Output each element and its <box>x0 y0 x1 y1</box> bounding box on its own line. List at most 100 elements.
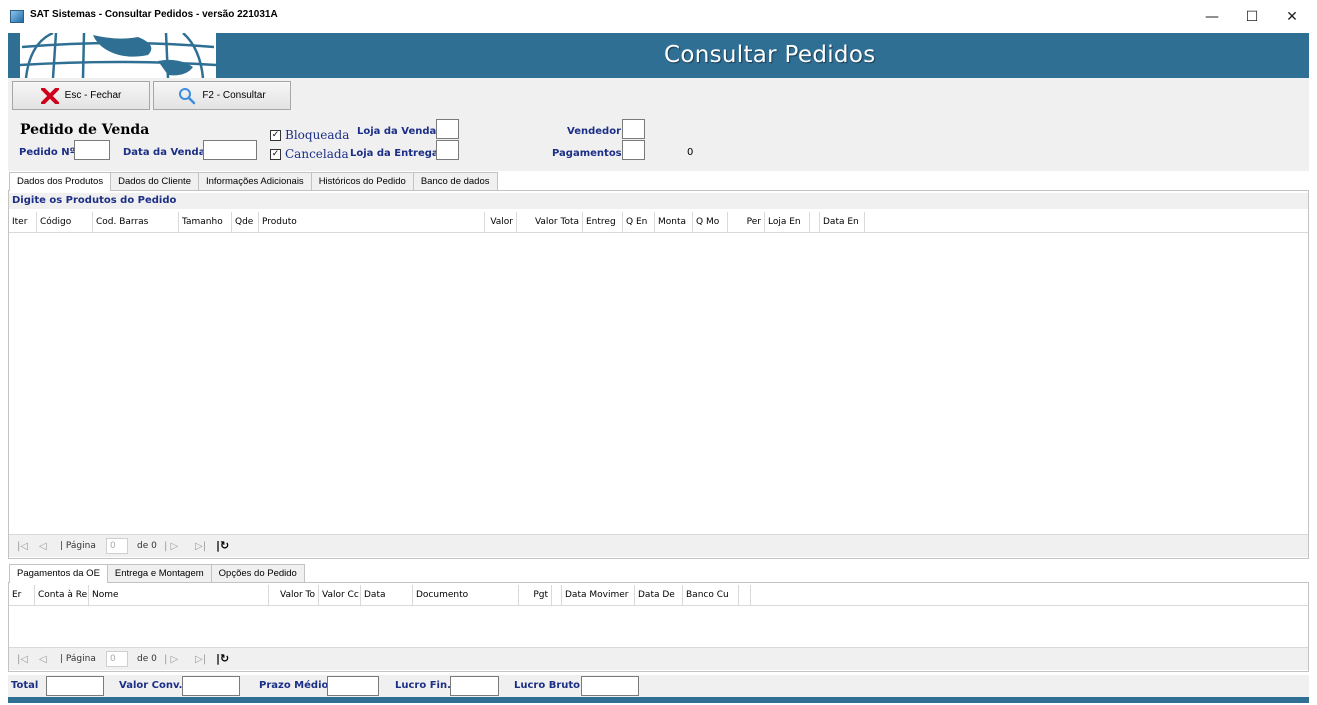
blocked-label: Bloqueada <box>285 128 350 142</box>
conv-value-field[interactable] <box>182 676 240 696</box>
order-number-field[interactable] <box>74 140 110 160</box>
first-page-icon[interactable]: |◁ <box>17 654 28 665</box>
column-header[interactable]: Er <box>9 585 35 606</box>
globe-logo <box>8 33 228 78</box>
column-header[interactable]: Valor Tota <box>517 212 583 233</box>
column-header[interactable]: Entreg <box>583 212 623 233</box>
store-delivery-label: Loja da Entrega <box>350 148 439 159</box>
column-header[interactable]: Qde <box>232 212 259 233</box>
payments-pager: |◁ ◁ | Página 0 de 0 | ▷ ▷| |↻ <box>9 647 1308 670</box>
column-header[interactable]: Cod. Barras <box>93 212 179 233</box>
column-header[interactable]: Data <box>361 585 413 606</box>
column-header[interactable]: Nome <box>89 585 269 606</box>
close-button-label: Esc - Fechar <box>64 90 122 101</box>
column-header[interactable]: Loja En <box>765 212 810 233</box>
prev-page-icon[interactable]: ◁ <box>39 541 47 552</box>
page-input[interactable]: 0 <box>106 651 128 667</box>
seller-label: Vendedor <box>567 126 621 137</box>
column-header[interactable]: Conta à Re <box>35 585 89 606</box>
tab-delivery-assembly[interactable]: Entrega e Montagem <box>106 564 212 582</box>
column-header[interactable] <box>739 585 751 606</box>
tab-order-options[interactable]: Opções do Pedido <box>210 564 305 582</box>
order-number-label: Pedido Nº <box>19 147 76 158</box>
column-header[interactable]: Tamanho <box>179 212 232 233</box>
tab-additional-info[interactable]: Informações Adicionais <box>197 172 312 190</box>
column-header[interactable]: Monta <box>655 212 693 233</box>
page-of-label: de 0 <box>137 541 157 551</box>
store-delivery-field[interactable] <box>436 140 459 160</box>
store-sale-field[interactable] <box>436 119 459 139</box>
sale-date-label: Data da Venda <box>123 147 206 158</box>
gross-profit-field[interactable] <box>581 676 639 696</box>
search-icon <box>179 87 196 104</box>
last-page-icon[interactable]: ▷| <box>195 654 206 665</box>
seller-field[interactable] <box>622 119 645 139</box>
bottom-tabs: Pagamentos da OE Entrega e Montagem Opçõ… <box>9 564 305 583</box>
payments-grid-header: Er Conta à Re Nome Valor To Valor Cc Dat… <box>9 585 1308 606</box>
column-header[interactable]: Iter <box>9 212 37 233</box>
column-header[interactable]: Data De <box>635 585 683 606</box>
first-page-icon[interactable]: |◁ <box>17 541 28 552</box>
column-header[interactable]: Per <box>728 212 765 233</box>
page-of-label: de 0 <box>137 654 157 664</box>
column-header[interactable]: Documento <box>413 585 519 606</box>
column-header[interactable]: Valor <box>485 212 517 233</box>
payments-count: 0 <box>687 147 694 158</box>
refresh-icon[interactable]: |↻ <box>216 652 229 665</box>
sale-date-field[interactable] <box>203 140 257 160</box>
page-input[interactable]: 0 <box>106 538 128 554</box>
close-window-button[interactable]: ✕ <box>1272 5 1312 29</box>
column-header[interactable] <box>552 585 562 606</box>
fin-profit-label: Lucro Fin. <box>395 680 451 691</box>
blocked-checkbox[interactable]: ✓ <box>270 130 281 141</box>
fin-profit-field[interactable] <box>450 676 499 696</box>
main-tabs: Dados dos Produtos Dados do Cliente Info… <box>9 172 498 191</box>
tab-customer-data[interactable]: Dados do Cliente <box>110 172 199 190</box>
products-caption: Digite os Produtos do Pedido <box>9 193 1308 209</box>
last-page-icon[interactable]: ▷| <box>195 541 206 552</box>
consult-button[interactable]: F2 - Consultar <box>153 81 291 110</box>
column-header[interactable]: Q En <box>623 212 655 233</box>
section-title: Pedido de Venda <box>20 122 150 138</box>
maximize-button[interactable]: ☐ <box>1232 5 1272 29</box>
total-label: Total <box>11 680 39 691</box>
cancelled-checkbox[interactable]: ✓ <box>270 149 281 160</box>
page-label: | Página <box>60 541 96 551</box>
next-page-icon[interactable]: | ▷ <box>164 541 178 552</box>
column-header[interactable]: Produto <box>259 212 485 233</box>
payments-field[interactable] <box>622 140 645 160</box>
tab-database[interactable]: Banco de dados <box>412 172 498 190</box>
column-header[interactable]: Q Mo <box>693 212 728 233</box>
tab-order-history[interactable]: Históricos do Pedido <box>310 172 414 190</box>
column-header[interactable]: Data En <box>820 212 865 233</box>
close-x-icon <box>40 87 59 104</box>
refresh-icon[interactable]: |↻ <box>216 539 229 552</box>
page-title: Consultar Pedidos <box>664 42 876 68</box>
app-icon <box>10 10 24 23</box>
totals-footer: Total Valor Conv. Prazo Médio Lucro Fin.… <box>8 675 1309 697</box>
column-header[interactable]: Valor Cc <box>319 585 361 606</box>
products-panel: Digite os Produtos do Pedido Iter Código… <box>8 190 1309 559</box>
tab-oe-payments[interactable]: Pagamentos da OE <box>9 564 108 583</box>
header-banner: Consultar Pedidos <box>8 33 1309 78</box>
column-header[interactable]: Pgt <box>519 585 552 606</box>
store-sale-label: Loja da Venda <box>357 126 437 137</box>
column-header[interactable] <box>810 212 820 233</box>
payments-panel: Er Conta à Re Nome Valor To Valor Cc Dat… <box>8 582 1309 672</box>
column-header[interactable]: Banco Cu <box>683 585 739 606</box>
products-grid-header: Iter Código Cod. Barras Tamanho Qde Prod… <box>9 212 1308 233</box>
total-field[interactable] <box>46 676 104 696</box>
column-header[interactable]: Data Movimer <box>562 585 635 606</box>
toolbar: Esc - Fechar F2 - Consultar <box>8 78 1309 117</box>
minimize-button[interactable]: — <box>1192 5 1232 29</box>
prev-page-icon[interactable]: ◁ <box>39 654 47 665</box>
column-header[interactable]: Código <box>37 212 93 233</box>
cancelled-label: Cancelada <box>285 147 349 161</box>
avg-term-label: Prazo Médio <box>259 680 329 691</box>
avg-term-field[interactable] <box>327 676 379 696</box>
gross-profit-label: Lucro Bruto <box>514 680 581 691</box>
next-page-icon[interactable]: | ▷ <box>164 654 178 665</box>
column-header[interactable]: Valor To <box>269 585 319 606</box>
close-button[interactable]: Esc - Fechar <box>12 81 150 110</box>
tab-product-data[interactable]: Dados dos Produtos <box>9 172 112 191</box>
